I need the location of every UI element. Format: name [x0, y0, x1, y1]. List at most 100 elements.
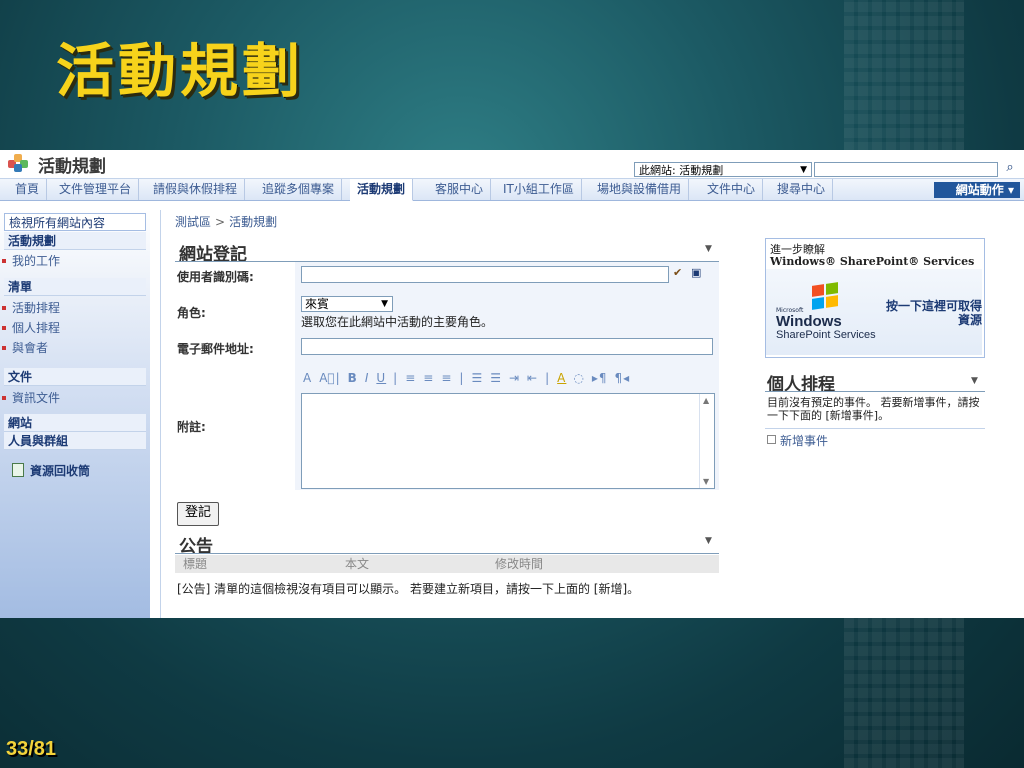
align-right-icon[interactable]: ≡: [441, 371, 452, 385]
notes-textarea[interactable]: ▲ ▼: [301, 393, 715, 489]
page-number: 33/81: [6, 738, 57, 760]
search-scope-select[interactable]: 此網站: 活動規劃 ▼: [634, 162, 812, 177]
tab-home[interactable]: 首頁: [8, 179, 48, 200]
user-id-label: 使用者識別碼:: [177, 270, 254, 284]
column-header-title[interactable]: 標題: [183, 555, 207, 573]
recycle-bin-link[interactable]: 資源回收筒: [12, 462, 90, 479]
breadcrumb-item[interactable]: 測試區: [175, 215, 211, 229]
ltr-icon[interactable]: ▸¶: [592, 371, 608, 385]
learn-more-webpart: 進一步瞭解 Windows® SharePoint® Services Micr…: [765, 238, 985, 358]
nav-header-people-groups[interactable]: 人員與群組: [4, 432, 146, 450]
slide-title: 活動規劃: [56, 37, 305, 105]
chevron-down-icon: ▼: [800, 165, 807, 175]
separator: |: [545, 371, 551, 385]
view-all-content-link[interactable]: 檢視所有網站內容: [4, 213, 146, 231]
email-field[interactable]: [301, 338, 713, 355]
scroll-up-icon[interactable]: ▲: [703, 396, 709, 405]
address-book-icon[interactable]: ▣: [691, 266, 701, 279]
search-scope-value: 此網站: 活動規劃: [639, 164, 724, 177]
align-left-icon[interactable]: ≡: [405, 371, 416, 385]
check-names-icon[interactable]: ✔: [673, 266, 682, 279]
separator: |: [393, 371, 399, 385]
tab-leave-schedule[interactable]: 請假與休假排程: [146, 179, 246, 200]
highlight-icon[interactable]: ◌: [573, 371, 584, 385]
nav-header-lists[interactable]: 清單: [4, 278, 146, 296]
column-header-body[interactable]: 本文: [345, 555, 369, 573]
tab-room-booking[interactable]: 場地與設備借用: [590, 179, 690, 200]
search-icon[interactable]: ⌕: [1000, 160, 1020, 178]
site-logo-icon: [8, 154, 30, 172]
column-header-modified[interactable]: 修改時間: [495, 555, 543, 573]
bulleted-list-icon[interactable]: ☰: [490, 371, 502, 385]
numbered-list-icon[interactable]: ☰: [471, 371, 483, 385]
new-event-link[interactable]: 新增事件: [767, 432, 828, 449]
chevron-down-icon: ▼: [381, 299, 388, 309]
indent-icon[interactable]: ⇥: [509, 371, 520, 385]
tab-it-team[interactable]: IT小組工作區: [496, 179, 582, 200]
rtl-icon[interactable]: ¶◂: [615, 371, 631, 385]
search-input[interactable]: [814, 162, 998, 177]
font-size-icon[interactable]: A⃞|: [319, 371, 340, 385]
nav-header-documents[interactable]: 文件: [4, 368, 146, 386]
sharepoint-ad[interactable]: Microsoft Windows SharePoint Services 按一…: [766, 269, 982, 355]
nav-item-attendees[interactable]: 與會者: [1, 340, 48, 356]
tab-event-planning[interactable]: 活動規劃: [350, 179, 414, 201]
role-select[interactable]: 來賓 ▼: [301, 296, 393, 312]
separator: |: [459, 371, 465, 385]
site-title: 活動規劃: [38, 157, 106, 177]
recycle-bin-icon: [12, 463, 24, 477]
learn-more-line2: Windows® SharePoint® Services: [770, 255, 975, 268]
outdent-icon[interactable]: ⇤: [527, 371, 538, 385]
nav-header-sites[interactable]: 網站: [4, 414, 146, 432]
announcements-empty-message: [公告] 清單的這個檢視沒有項目可以顯示。 若要建立新項目，請按一下上面的 [新…: [177, 582, 640, 596]
quick-launch: 檢視所有網站內容 活動規劃 我的工作 清單 活動排程 個人排程 與會者 文件 資…: [0, 210, 150, 618]
italic-icon[interactable]: I: [365, 371, 370, 385]
role-value: 來賓: [305, 297, 330, 311]
webpart-menu-icon[interactable]: ▼: [705, 244, 712, 254]
tab-document-platform[interactable]: 文件管理平台: [52, 179, 140, 200]
role-help-text: 選取您在此網站中活動的主要角色。: [301, 315, 494, 329]
bold-icon[interactable]: B: [348, 371, 358, 385]
tab-help-desk[interactable]: 客服中心: [428, 179, 492, 200]
sharepoint-window: 活動規劃 此網站: 活動規劃 ▼ ⌕ 首頁 文件管理平台 請假與休假排程 追蹤多…: [0, 150, 1024, 618]
new-item-icon: [767, 435, 776, 444]
get-resources-link[interactable]: 按一下這裡可取得資源: [878, 299, 982, 327]
divider: [175, 553, 719, 554]
user-id-field[interactable]: [301, 266, 669, 283]
breadcrumb: 測試區 > 活動規劃: [175, 215, 278, 229]
main-content: 測試區 > 活動規劃 網站登記 ▼ 使用者識別碼: ✔ ▣ 角色: 來賓 ▼ 選取您…: [160, 210, 1024, 618]
site-header: 活動規劃 此網站: 活動規劃 ▼ ⌕: [0, 150, 1024, 178]
new-event-label: 新增事件: [780, 434, 829, 448]
sharepoint-services-label: SharePoint Services: [776, 329, 876, 341]
role-label: 角色:: [177, 306, 206, 320]
register-button[interactable]: 登記: [177, 502, 219, 526]
windows-logo-icon: [812, 282, 840, 311]
personal-schedule-message: 目前沒有預定的事件。 若要新增事件，請按一下下面的 [新增事件]。: [767, 396, 980, 422]
nav-header-event-planning[interactable]: 活動規劃: [4, 232, 146, 250]
webpart-menu-icon[interactable]: ▼: [705, 536, 712, 546]
top-navigation: 首頁 文件管理平台 請假與休假排程 追蹤多個專案 活動規劃 客服中心 IT小組工…: [0, 178, 1024, 201]
site-actions-menu[interactable]: 網站動作 ▾: [934, 182, 1020, 198]
text-color-icon[interactable]: A: [557, 371, 566, 385]
divider: [765, 391, 985, 392]
windows-label: Windows: [776, 313, 842, 330]
breadcrumb-item[interactable]: 活動規劃: [229, 215, 277, 229]
nav-item-event-schedule[interactable]: 活動排程: [1, 300, 60, 316]
email-label: 電子郵件地址:: [177, 342, 254, 356]
textarea-scrollbar[interactable]: ▲ ▼: [699, 394, 714, 488]
notes-label: 附註:: [177, 420, 206, 434]
scroll-down-icon[interactable]: ▼: [703, 477, 709, 486]
recycle-bin-label: 資源回收筒: [30, 464, 91, 478]
align-center-icon[interactable]: ≡: [423, 371, 434, 385]
nav-item-personal-schedule[interactable]: 個人排程: [1, 320, 60, 336]
font-size-increase-icon[interactable]: A: [303, 371, 312, 385]
underline-icon[interactable]: U: [376, 371, 386, 385]
nav-item-info-docs[interactable]: 資訊文件: [1, 390, 60, 406]
tab-document-center[interactable]: 文件中心: [700, 179, 764, 200]
tab-search-center[interactable]: 搜尋中心: [770, 179, 834, 200]
nav-item-my-tasks[interactable]: 我的工作: [1, 253, 60, 269]
webpart-menu-icon[interactable]: ▼: [971, 376, 978, 386]
announcements-column-headers: 標題 本文 修改時間: [175, 555, 719, 573]
divider: [765, 428, 985, 429]
tab-project-tracking[interactable]: 追蹤多個專案: [255, 179, 343, 200]
